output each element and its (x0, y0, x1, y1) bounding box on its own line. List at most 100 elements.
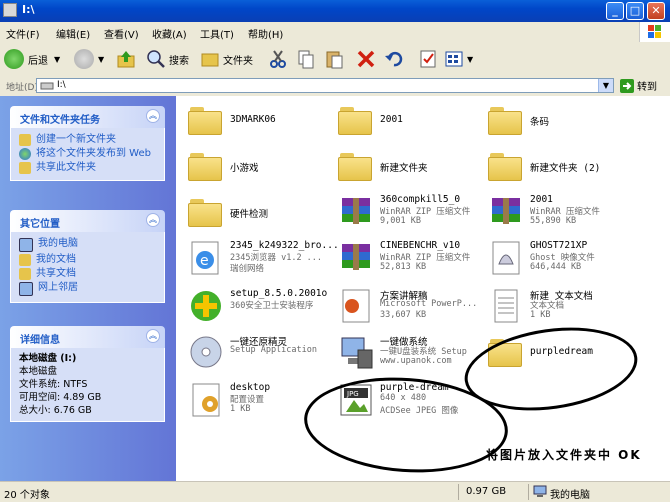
back-label: 后退 (28, 55, 48, 67)
maximize-button[interactable]: □ (626, 2, 644, 20)
jpg-file-icon: JPG (338, 382, 374, 418)
folder-item[interactable]: 3DMARK06 (182, 100, 340, 142)
chevron-down-icon[interactable]: ▼ (54, 55, 60, 64)
drive-type: 本地磁盘 (19, 366, 58, 377)
computer-icon (533, 485, 547, 497)
file-item[interactable]: 新建 文本文档 文本文档 1 KB (482, 286, 640, 328)
file-item[interactable]: JPG purple-dream 640 x 480 ACDSee JPEG 图像 (332, 380, 490, 422)
place-my-computer[interactable]: 我的电脑 (19, 238, 156, 252)
copy-icon (298, 50, 314, 69)
address-input[interactable]: I:\ ▼ (36, 78, 614, 93)
ini-file-icon (188, 382, 224, 418)
chevron-down-icon[interactable]: ▼ (98, 55, 104, 64)
back-button[interactable]: 后退 ▼ (4, 48, 60, 70)
paste-button[interactable] (324, 48, 344, 70)
close-button[interactable]: ✕ (647, 2, 665, 20)
forward-button[interactable]: ▼ (74, 48, 104, 70)
task-new-folder[interactable]: 创建一个新文件夹 (19, 134, 156, 146)
collapse-icon[interactable]: ︽ (146, 109, 160, 123)
file-item[interactable]: 一键做系统 一键U盘装系统 Setup www.upanok.com (332, 332, 490, 374)
paste-icon (326, 51, 343, 69)
item-type: Setup Application (230, 345, 317, 355)
new-folder-icon (19, 134, 31, 146)
file-item[interactable]: setup_8.5.0.2001o 360安全卫士安装程序 (182, 286, 340, 328)
other-places-header[interactable]: 其它位置 ︽ (10, 210, 165, 232)
item-name: 条码 (530, 117, 550, 128)
folder-icon (488, 102, 524, 138)
folder-icon (488, 148, 524, 184)
drive-icon (3, 3, 17, 17)
folder-item[interactable]: 新建文件夹 (2) (482, 146, 640, 188)
folder-item[interactable]: purpledream (482, 332, 640, 374)
place-label: 我的文档 (36, 254, 76, 265)
total-size-status: 0.97 GB (466, 486, 507, 497)
share-icon (19, 162, 31, 174)
folder-up-icon (117, 51, 135, 68)
file-item[interactable]: 一键还原精灵 Setup Application (182, 332, 340, 374)
status-separator (528, 484, 529, 500)
item-detail: 1 KB (530, 310, 551, 320)
chevron-down-icon[interactable]: ▼ (467, 55, 473, 64)
file-item[interactable]: desktop 配置设置 1 KB (182, 380, 340, 422)
delete-x-icon (357, 50, 375, 68)
delete-button[interactable] (356, 48, 376, 70)
rar-file-icon (488, 194, 524, 230)
task-label: 共享此文件夹 (36, 162, 96, 173)
file-item[interactable]: 方案讲解稿 Microsoft PowerP... 33,607 KB (332, 286, 490, 328)
title-bar: I:\ _ □ ✕ (0, 0, 670, 22)
file-tasks-header[interactable]: 文件和文件夹任务 ︽ (10, 106, 165, 128)
collapse-icon[interactable]: ︽ (146, 213, 160, 227)
minimize-button[interactable]: _ (606, 2, 624, 20)
toolbar: 后退 ▼ ▼ 搜索 文件夹 ▼ (0, 42, 670, 77)
up-button[interactable] (116, 48, 136, 70)
free-space: 可用空间: 4.89 GB (19, 392, 102, 403)
file-item[interactable]: CINEBENCHR_v10 WinRAR ZIP 压缩文件 52,813 KB (332, 238, 490, 280)
folder-icon (188, 194, 224, 230)
menu-file[interactable]: 文件(F) (6, 26, 40, 41)
collapse-icon[interactable]: ︽ (146, 329, 160, 343)
windows-logo-icon (639, 22, 670, 42)
file-item[interactable]: 2001 WinRAR 压缩文件 55,890 KB (482, 192, 640, 234)
other-places-title: 其它位置 (20, 219, 60, 230)
menu-tools[interactable]: 工具(T) (200, 26, 234, 41)
task-publish-web[interactable]: 将这个文件夹发布到 Web (19, 148, 156, 160)
file-item[interactable]: 360compkill5_0 WinRAR ZIP 压缩文件 9,001 KB (332, 192, 490, 234)
folder-icon (188, 102, 224, 138)
cut-button[interactable] (268, 48, 288, 70)
item-detail: 33,607 KB (380, 310, 427, 320)
properties-button[interactable] (418, 48, 438, 70)
chevron-down-icon[interactable]: ▼ (598, 79, 613, 92)
place-shared-documents[interactable]: 共享文档 (19, 268, 156, 280)
cd-file-icon (188, 334, 224, 370)
folder-item[interactable]: 新建文件夹 (332, 146, 490, 188)
menu-help[interactable]: 帮助(H) (248, 26, 283, 41)
back-arrow-icon (4, 49, 24, 69)
address-label: 地址(D) (6, 83, 38, 93)
folder-item[interactable]: 硬件检测 (182, 192, 340, 234)
folder-item[interactable]: 小游戏 (182, 146, 340, 188)
menu-bar: 文件(F) 编辑(E) 查看(V) 收藏(A) 工具(T) 帮助(H) (0, 22, 670, 43)
file-item[interactable]: e 2345_k249322_bro... 2345浏览器 v1.2 ... 瑞创网络 (182, 238, 340, 280)
item-name: 360compkill5_0 (380, 194, 461, 205)
go-button[interactable]: 转到 (620, 78, 657, 93)
item-detail: 9,001 KB (380, 216, 421, 226)
file-item[interactable]: GHOST721XP Ghost 映像文件 646,444 KB (482, 238, 640, 280)
task-share-folder[interactable]: 共享此文件夹 (19, 162, 156, 174)
menu-favorites[interactable]: 收藏(A) (152, 26, 187, 41)
undo-button[interactable] (384, 48, 404, 70)
properties-icon (420, 50, 436, 68)
go-label: 转到 (637, 82, 657, 93)
views-button[interactable]: ▼ (444, 48, 473, 70)
file-tasks-title: 文件和文件夹任务 (20, 115, 100, 126)
folders-button[interactable]: 文件夹 (200, 48, 253, 70)
details-header[interactable]: 详细信息 ︽ (10, 326, 165, 348)
drive-name: 本地磁盘 (I:) (19, 353, 77, 364)
menu-view[interactable]: 查看(V) (104, 26, 139, 41)
folder-item[interactable]: 2001 (332, 100, 490, 142)
search-button[interactable]: 搜索 (146, 48, 189, 70)
menu-edit[interactable]: 编辑(E) (56, 26, 90, 41)
folder-item[interactable]: 条码 (482, 100, 640, 142)
place-my-documents[interactable]: 我的文档 (19, 254, 156, 266)
copy-button[interactable] (296, 48, 316, 70)
place-network[interactable]: 网上邻居 (19, 282, 156, 296)
